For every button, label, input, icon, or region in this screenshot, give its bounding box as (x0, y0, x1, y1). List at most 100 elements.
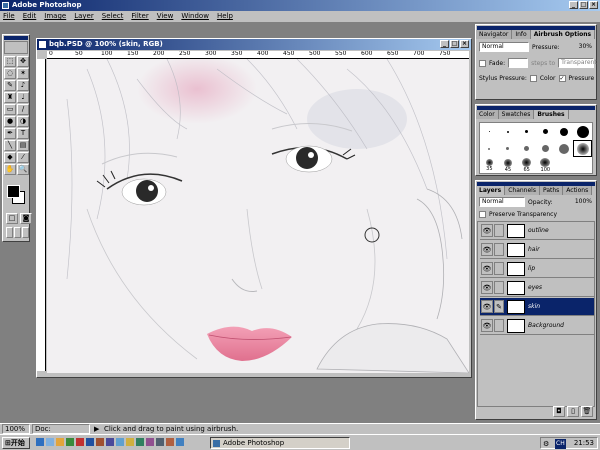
eye-logo-icon[interactable] (4, 41, 28, 54)
eye-icon[interactable]: 👁 (481, 243, 493, 256)
pen-tool-icon[interactable]: ✒ (4, 128, 16, 139)
toolbox-caption[interactable] (4, 36, 28, 40)
measure-tool-icon[interactable]: ╲ (4, 140, 16, 151)
fade-checkbox[interactable] (479, 59, 486, 67)
ql-app-icon-8[interactable] (106, 438, 114, 446)
gradient-tool-icon[interactable]: ▤ (17, 140, 29, 151)
close-icon[interactable]: × (589, 1, 598, 9)
ql-app-icon-15[interactable] (176, 438, 184, 446)
layer-row-lip[interactable]: 👁 lip (480, 260, 594, 278)
link-slot[interactable] (494, 224, 504, 237)
menu-help[interactable]: Help (217, 11, 233, 22)
pencil-tool-icon[interactable]: / (17, 104, 29, 115)
menu-filter[interactable]: Filter (131, 11, 148, 22)
layer-blend-mode-select[interactable]: Normal (479, 197, 525, 207)
doc-minimize-icon[interactable]: _ (440, 40, 449, 48)
link-slot[interactable] (494, 262, 504, 275)
paintbrush-tool-icon[interactable]: ♪ (17, 80, 29, 91)
menu-view[interactable]: View (157, 11, 174, 22)
brush-soft-5[interactable] (517, 140, 536, 157)
zoom-tool-icon[interactable]: 🔍 (17, 164, 29, 175)
link-slot[interactable] (494, 319, 504, 332)
brush-5[interactable] (517, 123, 536, 140)
document-title-bar[interactable]: bqb.PSD @ 100% (skin, RGB) _ □ × (37, 39, 471, 50)
move-tool-icon[interactable]: ✥ (17, 56, 29, 67)
ql-app-icon-3[interactable] (56, 438, 64, 446)
marquee-tool-icon[interactable]: ⬚ (4, 56, 16, 67)
ime-indicator[interactable]: CH (555, 439, 566, 449)
brush-soft-19-selected[interactable] (573, 140, 592, 157)
stamp-tool-icon[interactable]: ♜ (4, 92, 16, 103)
brush-soft-9[interactable] (536, 140, 555, 157)
ql-app-icon-2[interactable] (46, 438, 54, 446)
brush-19[interactable] (573, 123, 592, 140)
clock[interactable]: 21:53 (574, 438, 594, 448)
tab-layers[interactable]: Layers (476, 186, 506, 195)
layer-row-background[interactable]: 👁 Background (480, 317, 594, 335)
link-slot[interactable] (494, 243, 504, 256)
menu-window[interactable]: Window (181, 11, 209, 22)
foreground-color-swatch[interactable] (7, 185, 20, 198)
layer-mask-icon[interactable]: ◘ (553, 406, 565, 417)
brush-45[interactable]: 45 (499, 157, 518, 174)
menu-edit[interactable]: Edit (23, 11, 37, 22)
doc-maximize-icon[interactable]: □ (450, 40, 459, 48)
lasso-tool-icon[interactable]: ◌ (4, 68, 16, 79)
brush-35[interactable]: 35 (480, 157, 499, 174)
quickmask-mode-icon[interactable]: ◙ (20, 213, 32, 224)
history-brush-icon[interactable]: ♩ (17, 92, 29, 103)
doc-size[interactable]: Doc: 1.05M/6.40M (32, 424, 90, 442)
fade-target-select[interactable]: Transparent (558, 58, 597, 68)
opacity-value[interactable]: 100% (575, 198, 592, 205)
eye-icon[interactable]: 👁 (481, 262, 493, 275)
menu-file[interactable]: File (3, 11, 15, 22)
image-canvas[interactable] (47, 59, 469, 373)
brush-100[interactable]: 100 (536, 157, 555, 174)
ql-app-icon-4[interactable] (66, 438, 74, 446)
ql-app-icon-11[interactable] (136, 438, 144, 446)
ql-app-icon-1[interactable] (36, 438, 44, 446)
ql-app-icon-13[interactable] (156, 438, 164, 446)
screen-mode-black-icon[interactable] (22, 227, 29, 238)
brush-soft-13[interactable] (555, 140, 574, 157)
maximize-icon[interactable]: □ (579, 1, 588, 9)
brush-3[interactable] (499, 123, 518, 140)
standard-mode-icon[interactable]: □ (6, 213, 18, 224)
eye-icon[interactable]: 👁 (481, 224, 493, 237)
brush-13[interactable] (555, 123, 574, 140)
type-tool-icon[interactable]: T (17, 128, 29, 139)
taskbar-photoshop-button[interactable]: Adobe Photoshop (210, 437, 350, 449)
brush-1[interactable] (480, 123, 499, 140)
pressure-checkbox[interactable]: ✓ (558, 75, 566, 82)
brush-soft-1[interactable] (480, 140, 499, 157)
ql-app-icon-6[interactable] (86, 438, 94, 446)
menu-select[interactable]: Select (102, 11, 124, 22)
new-layer-icon[interactable]: ▯ (567, 406, 579, 417)
color-checkbox[interactable] (529, 75, 537, 82)
doc-close-icon[interactable]: × (460, 40, 469, 48)
tab-actions[interactable]: Actions (563, 186, 593, 195)
tab-color[interactable]: Color (476, 110, 499, 119)
brush-soft-3[interactable] (499, 140, 518, 157)
tab-swatches[interactable]: Swatches (498, 110, 535, 119)
trash-icon[interactable]: 🗑 (581, 406, 593, 417)
brush-65[interactable]: 65 (517, 157, 536, 174)
app-title-bar[interactable]: Adobe Photoshop _ □ × (0, 0, 600, 11)
eye-icon[interactable]: 👁 (481, 281, 493, 294)
fade-steps-input[interactable] (508, 58, 529, 68)
link-slot[interactable] (494, 281, 504, 294)
menu-layer[interactable]: Layer (74, 11, 94, 22)
bucket-tool-icon[interactable]: ◆ (4, 152, 16, 163)
layer-row-eyes[interactable]: 👁 eyes (480, 279, 594, 297)
ql-app-icon-12[interactable] (146, 438, 154, 446)
tab-airbrush-options[interactable]: Airbrush Options (530, 30, 596, 39)
pressure-value[interactable]: 30% (579, 43, 592, 50)
ql-app-icon-9[interactable] (116, 438, 124, 446)
ql-app-icon-7[interactable] (96, 438, 104, 446)
zoom-level[interactable]: 100% (2, 424, 30, 434)
minimize-icon[interactable]: _ (569, 1, 578, 9)
tab-paths[interactable]: Paths (539, 186, 564, 195)
ql-app-icon-14[interactable] (166, 438, 174, 446)
eye-icon[interactable]: 👁 (481, 319, 493, 332)
tab-info[interactable]: Info (512, 30, 531, 39)
